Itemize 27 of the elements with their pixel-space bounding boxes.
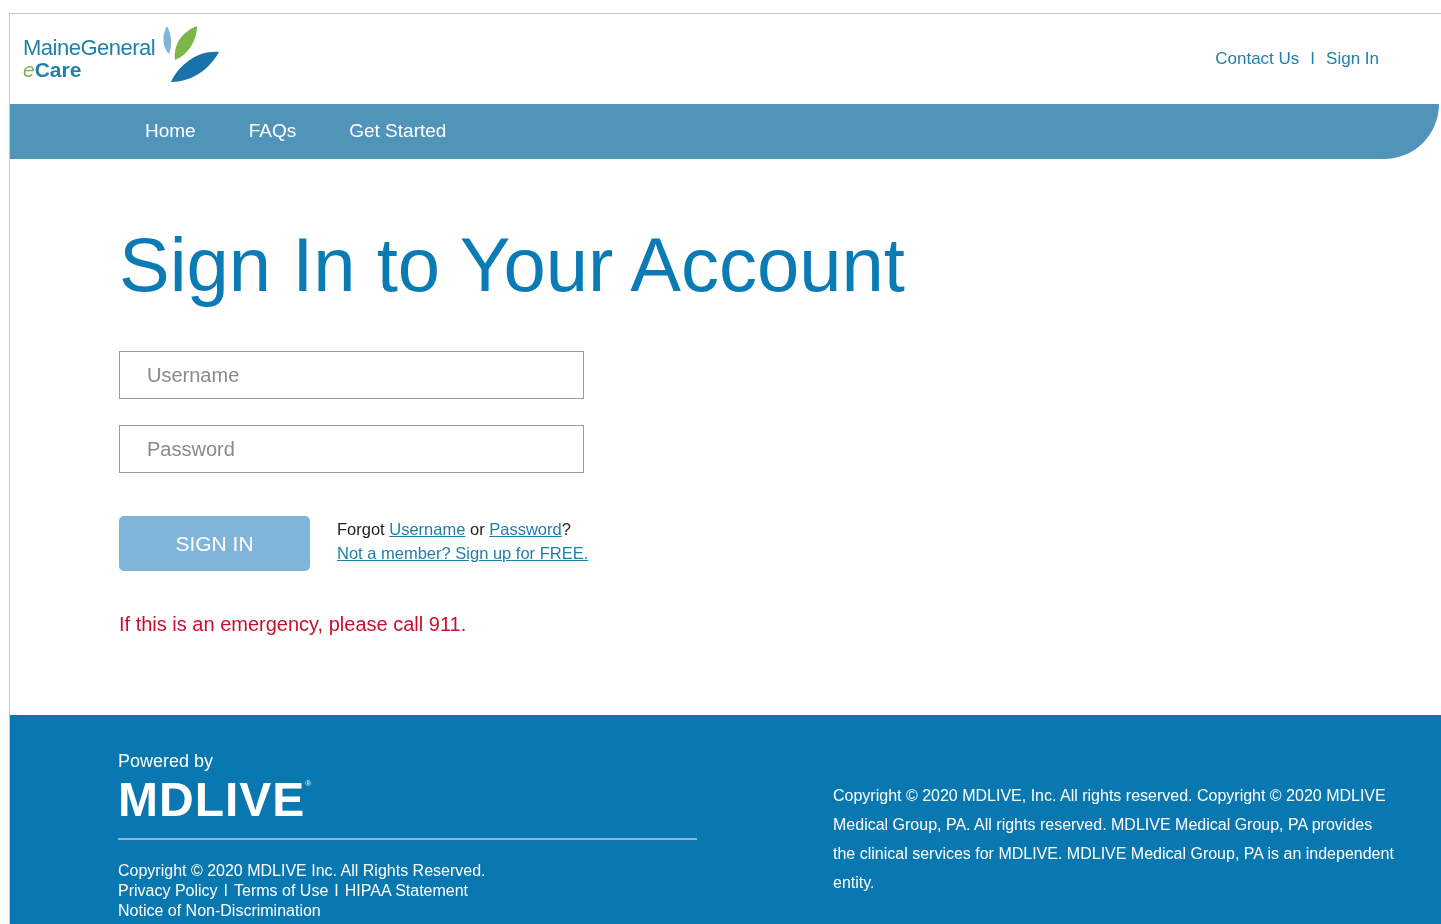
nav-link[interactable]: Home	[145, 117, 196, 146]
forgot-text: Forgot Username or Password?	[337, 519, 572, 540]
separator: I	[223, 881, 229, 901]
signup-link[interactable]: Not a member? Sign up for FREE.	[337, 541, 589, 565]
header-link[interactable]: Sign In	[1326, 46, 1379, 72]
copyright-text: Copyright © 2020 MDLIVE Inc. All Rights Reserved.	[118, 861, 487, 881]
header-link[interactable]: Contact Us	[1215, 46, 1300, 72]
emergency-notice: If this is an emergency, please call 911.	[119, 612, 468, 637]
password-link[interactable]: Password	[489, 520, 562, 538]
input-field[interactable]: Password	[119, 425, 584, 473]
nav-link[interactable]: FAQs	[248, 117, 297, 146]
footer-link[interactable]: Notice of Non-Discrimination	[118, 901, 697, 921]
logo-text: MaineGeneral	[23, 37, 156, 59]
logo-text: eCare	[23, 59, 83, 81]
powered-by-text: Powered by	[118, 750, 214, 772]
legal-text: Copyright © 2020 MDLIVE, Inc. All rights reserved. Copyright © 2020 MDLIVE Medical Group, PA. All rights reserved. MDLIVE Medical Group, PA provides the clinical services for MDLIVE. MDLIVE Medical Group, PA is an independent entity.	[833, 786, 1395, 893]
footer-link[interactable]: HIPAA Statement	[344, 881, 469, 901]
brand-logo: MDLIVE	[118, 776, 306, 824]
separator: I	[1310, 48, 1316, 71]
page-title: Sign In to Your Account	[119, 221, 906, 309]
footer-link[interactable]: Privacy Policy	[118, 881, 218, 901]
registered-mark: ®	[305, 780, 312, 788]
username-link[interactable]: Username	[389, 520, 466, 538]
separator: I	[334, 881, 339, 901]
input-field[interactable]: Username	[119, 351, 584, 399]
nav-link[interactable]: Get Started	[349, 117, 447, 146]
footer-link[interactable]: Terms of Use	[234, 881, 329, 901]
